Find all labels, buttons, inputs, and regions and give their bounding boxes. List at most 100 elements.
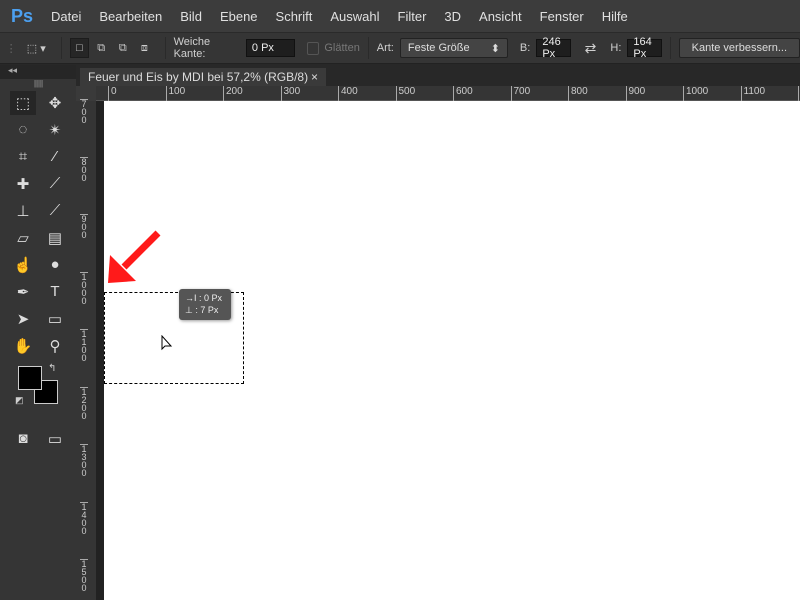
tool-row: ✒ T	[0, 278, 76, 305]
style-label: Art:	[376, 42, 394, 54]
document-tab[interactable]: Feuer und Eis by MDI bei 57,2% (RGB/8) *…	[80, 68, 326, 98]
tool-row: ➤ ▭	[0, 305, 76, 332]
crop-icon[interactable]: ⌗	[10, 145, 36, 169]
ruler-label: 1200	[80, 386, 88, 421]
eyedropper-icon[interactable]: ⁄	[42, 145, 68, 169]
menu-datei[interactable]: Datei	[42, 9, 90, 24]
brush-icon[interactable]: ⟋	[42, 172, 68, 196]
ruler-label: 900	[625, 86, 645, 101]
ruler-label: 1100	[740, 86, 765, 101]
menu-filter[interactable]: Filter	[389, 9, 436, 24]
style-value: Feste Größe	[407, 42, 470, 54]
updown-icon: ⬍	[490, 42, 500, 55]
menu-ebene[interactable]: Ebene	[211, 9, 267, 24]
hand-icon[interactable]: ✋	[10, 334, 36, 358]
ruler-label: 600	[453, 86, 473, 101]
quick-mask-icon[interactable]: ◙	[10, 427, 36, 451]
menu-auswahl[interactable]: Auswahl	[321, 9, 388, 24]
width-label: B:	[519, 42, 531, 54]
gradient-icon[interactable]: ▤	[42, 226, 68, 250]
menu-3d[interactable]: 3D	[435, 9, 470, 24]
ruler-label: 1000	[80, 271, 88, 306]
red-arrow-annotation	[108, 230, 161, 283]
grip-icon: ||||||||	[33, 79, 44, 88]
document-tabs: Feuer und Eis by MDI bei 57,2% (RGB/8) *…	[76, 65, 800, 98]
ruler-label: 1300	[80, 444, 88, 478]
add-selection-icon[interactable]: ⧉	[92, 38, 111, 58]
collapse-icon[interactable]: ◂◂	[0, 65, 76, 79]
cursor-icon	[161, 335, 173, 351]
subtract-selection-icon[interactable]: ⧉	[113, 38, 132, 58]
tool-row: ⌗ ⁄	[0, 143, 76, 170]
menu-hilfe[interactable]: Hilfe	[593, 9, 637, 24]
marquee-icon[interactable]: ⬚	[10, 90, 36, 115]
magic-wand-icon[interactable]: ✴	[42, 118, 68, 142]
vertical-ruler[interactable]: 700 800 900 1000 1100 1200 1300 1400 1500	[76, 99, 96, 600]
lasso-icon[interactable]: ◌	[10, 118, 36, 142]
ruler-label: 1000	[683, 86, 708, 101]
color-swatches: ↰ ◩	[0, 363, 76, 425]
ruler-label: 1100	[80, 329, 88, 363]
zoom-icon[interactable]: ⚲	[42, 334, 68, 358]
feather-label: Weiche Kante:	[173, 36, 211, 60]
menu-fenster[interactable]: Fenster	[531, 9, 593, 24]
height-label: H:	[610, 42, 622, 54]
default-colors-icon[interactable]: ◩	[15, 395, 24, 406]
width-input[interactable]: 246 Px	[536, 36, 571, 60]
horizontal-ruler[interactable]: 0100200300400500600700800900100011001200	[96, 86, 800, 101]
height-input[interactable]: 164 Px	[627, 36, 662, 60]
tool-row: ⊥ ⟋	[0, 197, 76, 224]
menu-ansicht[interactable]: Ansicht	[470, 9, 531, 24]
new-selection-icon[interactable]: □	[70, 38, 89, 58]
ruler-label: 1500	[80, 559, 88, 593]
menu-schrift[interactable]: Schrift	[267, 9, 322, 24]
rectangle-icon[interactable]: ▭	[42, 307, 68, 331]
antialias-checkbox[interactable]	[307, 41, 320, 55]
ruler-label: 1400	[80, 501, 88, 536]
pen-icon[interactable]: ✒	[10, 280, 36, 304]
smudge-icon[interactable]: ☝	[10, 253, 36, 277]
path-select-icon[interactable]: ➤	[10, 307, 36, 331]
tool-row: ✋ ⚲	[0, 332, 76, 359]
ruler-label: 200	[223, 86, 243, 101]
swap-colors-icon[interactable]: ↰	[48, 363, 56, 374]
foreground-color-swatch[interactable]	[18, 366, 42, 390]
options-bar: ⋮ ⬚ ▾ □ ⧉ ⧉ ⧈ Weiche Kante: 0 Px Glätten…	[0, 32, 800, 64]
ruler-label: 800	[568, 86, 588, 101]
menu-bild[interactable]: Bild	[171, 9, 211, 24]
clone-stamp-icon[interactable]: ⊥	[10, 199, 36, 223]
ruler-label: 700	[510, 86, 530, 101]
move-icon[interactable]: ✥	[42, 91, 68, 115]
ruler-label: 100	[165, 86, 185, 101]
swap-icon[interactable]: ⇄	[585, 40, 597, 57]
close-icon[interactable]: ×	[311, 70, 318, 84]
grip-icon: ⋮	[5, 42, 17, 55]
feather-input[interactable]: 0 Px	[245, 39, 296, 57]
type-icon[interactable]: T	[42, 280, 68, 304]
ruler-label: 300	[280, 86, 300, 101]
y-offset: ⊥ : 7 Px	[185, 305, 219, 315]
refine-edge-button[interactable]: Kante verbessern...	[678, 38, 800, 58]
offset-hud: →I : 0 Px ⊥ : 7 Px	[179, 289, 231, 320]
tool-row: ◌ ✴	[0, 116, 76, 143]
healing-brush-icon[interactable]: ✚	[10, 172, 36, 196]
ruler-label: 900	[80, 214, 88, 240]
pasteboard	[96, 101, 104, 600]
menu-bearbeiten[interactable]: Bearbeiten	[90, 9, 171, 24]
photoshop-logo: Ps	[10, 5, 34, 26]
screen-mode-icon[interactable]: ▭	[42, 427, 68, 451]
ruler-label: 0	[108, 86, 117, 101]
eraser-icon[interactable]: ▱	[10, 226, 36, 250]
tool-row: ✚ ⟋	[0, 170, 76, 197]
tool-preset-marquee-icon[interactable]: ⬚ ▾	[22, 38, 50, 58]
intersect-selection-icon[interactable]: ⧈	[135, 38, 154, 58]
ruler-label: 800	[80, 156, 88, 183]
style-select[interactable]: Feste Größe ⬍	[399, 38, 508, 58]
menu-bar: Ps Datei Bearbeiten Bild Ebene Schrift A…	[0, 0, 800, 32]
tool-row: ⬚ ✥	[0, 89, 76, 116]
tools-panel: ◂◂ |||||||| ⬚ ✥ ◌ ✴ ⌗ ⁄ ✚ ⟋ ⊥ ⟋ ▱ ▤ ☝ ● ✒ T ➤ ▭ ✋ ⚲ ↰ ◩ ◙ ▭	[0, 65, 76, 600]
ruler-label: 500	[395, 86, 415, 101]
history-brush-icon[interactable]: ⟋	[42, 199, 68, 223]
dodge-icon[interactable]: ●	[42, 253, 68, 277]
document-title: Feuer und Eis by MDI bei 57,2% (RGB/8) *	[88, 70, 309, 98]
